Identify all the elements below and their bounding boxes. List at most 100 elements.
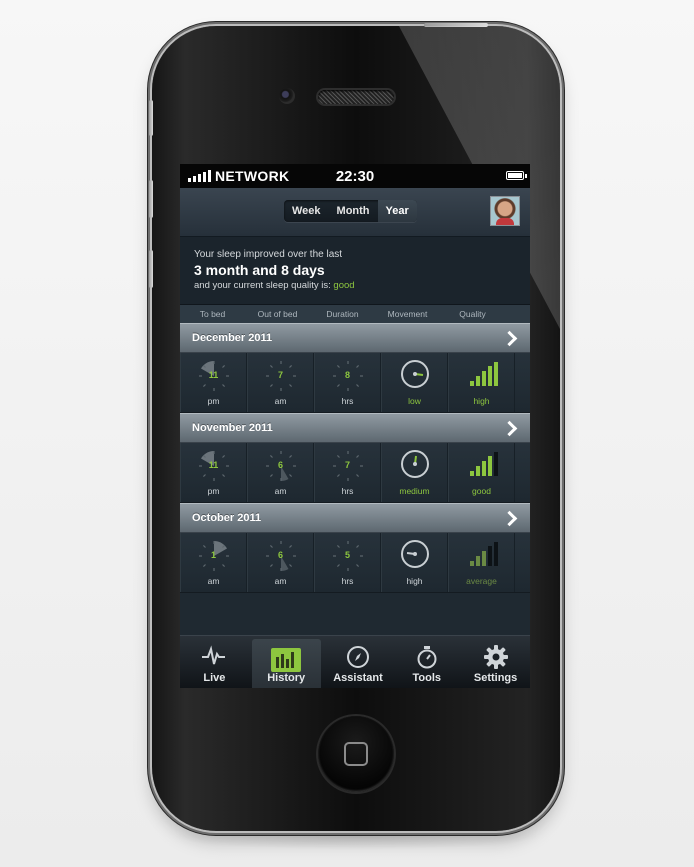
movement-cell: medium (381, 443, 448, 502)
to-bed-value: 11 (208, 460, 219, 470)
column-header: Movement (387, 309, 428, 319)
gear-icon (483, 645, 508, 669)
duration-unit: hrs (341, 396, 354, 406)
home-button[interactable] (318, 716, 394, 792)
duration-value: 5 (344, 550, 350, 560)
volume-up-button (149, 180, 153, 218)
summary-quality-label: and your current sleep quality is: (194, 280, 331, 291)
column-header: Duration (326, 309, 359, 319)
user-avatar[interactable] (490, 196, 520, 226)
to-bed-cell: 11 pm (180, 353, 247, 412)
tab-label: Live (203, 672, 226, 684)
tab-bar: Live History Assistant Tools Settings (180, 635, 530, 688)
quality-value: good (472, 486, 491, 496)
tab-assistant[interactable]: Assistant (324, 636, 393, 688)
chevron-right-icon (501, 420, 518, 436)
tab-label: Settings (473, 672, 518, 684)
sleep-summary: Your sleep improved over the last 3 mont… (180, 237, 530, 305)
quality-cell: good (448, 443, 515, 502)
quality-bars-icon (469, 452, 498, 476)
month-stats-row: 1 am 6 am 5 hrs high average (180, 533, 530, 593)
quality-cell: high (448, 353, 515, 412)
movement-cell: high (381, 533, 448, 592)
clock: 22:30 (335, 167, 375, 185)
speedometer-icon (400, 450, 429, 478)
period-segmented-control: Week Month Year (284, 200, 417, 222)
month-title: December 2011 (192, 332, 273, 344)
to-bed-value: 1 (210, 550, 216, 560)
out-of-bed-value: 6 (277, 550, 283, 560)
mute-switch (149, 100, 153, 136)
speedometer-icon (400, 540, 429, 568)
segment-week[interactable]: Week (284, 200, 329, 222)
movement-value: low (408, 396, 421, 406)
quality-value: average (466, 576, 497, 586)
earpiece-speaker (318, 90, 394, 104)
month-title: October 2011 (192, 512, 262, 524)
duration-unit: hrs (341, 576, 354, 586)
month-header[interactable]: December 2011 (180, 323, 530, 353)
out-of-bed-cell: 6 am (247, 533, 314, 592)
clock-dial-icon: 7 (331, 449, 365, 483)
front-camera-icon (279, 88, 295, 104)
chevron-right-icon (501, 330, 518, 346)
clock-dial-icon: 8 (331, 359, 365, 393)
tab-history[interactable]: History (251, 639, 321, 688)
out-of-bed-unit: am (274, 396, 287, 406)
tab-label: Assistant (333, 672, 383, 684)
movement-value: high (406, 576, 423, 586)
out-of-bed-unit: am (274, 486, 287, 496)
summary-quality-value: good (333, 280, 355, 291)
duration-cell: 7 hrs (314, 443, 381, 502)
chevron-right-icon (501, 510, 518, 526)
movement-value: medium (399, 486, 430, 496)
compass-icon (346, 646, 369, 668)
to-bed-cell: 11 pm (180, 443, 247, 502)
clock-dial-icon: 11 (197, 449, 231, 483)
month-header[interactable]: November 2011 (180, 413, 530, 443)
header-bar: Week Month Year (180, 188, 530, 237)
bar-chart-icon (271, 648, 302, 672)
tab-label: History (267, 672, 306, 684)
column-header: Quality (459, 309, 486, 319)
app-screen: NETWORK 22:30 Week Month Year Your sleep… (180, 164, 530, 688)
tab-tools[interactable]: Tools (392, 636, 461, 688)
movement-cell: low (381, 353, 448, 412)
month-title: November 2011 (192, 422, 273, 434)
to-bed-unit: pm (207, 396, 220, 406)
empty-area (180, 593, 530, 636)
out-of-bed-cell: 6 am (247, 443, 314, 502)
to-bed-unit: pm (207, 486, 220, 496)
month-header[interactable]: October 2011 (180, 503, 530, 533)
duration-value: 8 (344, 370, 350, 380)
tab-live[interactable]: Live (180, 636, 249, 688)
clock-dial-icon: 6 (264, 449, 298, 483)
home-square-icon (344, 742, 368, 766)
out-of-bed-cell: 7 am (247, 353, 314, 412)
segment-year[interactable]: Year (377, 200, 417, 222)
quality-bars-icon (469, 362, 498, 386)
volume-down-button (149, 250, 153, 288)
column-header: To bed (199, 309, 226, 319)
segment-month[interactable]: Month (329, 200, 378, 222)
duration-value: 7 (344, 460, 350, 470)
power-button (424, 23, 488, 27)
status-bar: NETWORK 22:30 (180, 164, 530, 188)
clock-dial-icon: 5 (331, 539, 365, 573)
clock-dial-icon: 7 (264, 359, 298, 393)
clock-dial-icon: 1 (197, 539, 231, 573)
speedometer-icon (400, 360, 429, 388)
stopwatch-icon (417, 646, 437, 669)
tab-settings[interactable]: Settings (461, 636, 530, 688)
out-of-bed-value: 6 (277, 460, 283, 470)
duration-cell: 8 hrs (314, 353, 381, 412)
column-header: Out of bed (257, 309, 298, 319)
to-bed-cell: 1 am (180, 533, 247, 592)
battery-icon (506, 171, 527, 180)
quality-bars-icon (469, 542, 498, 566)
column-headers: To bed Out of bed Duration Movement Qual… (180, 305, 530, 323)
out-of-bed-value: 7 (277, 370, 283, 380)
to-bed-value: 11 (208, 370, 219, 380)
pulse-icon (202, 645, 226, 665)
summary-intro: Your sleep improved over the last (194, 249, 343, 260)
